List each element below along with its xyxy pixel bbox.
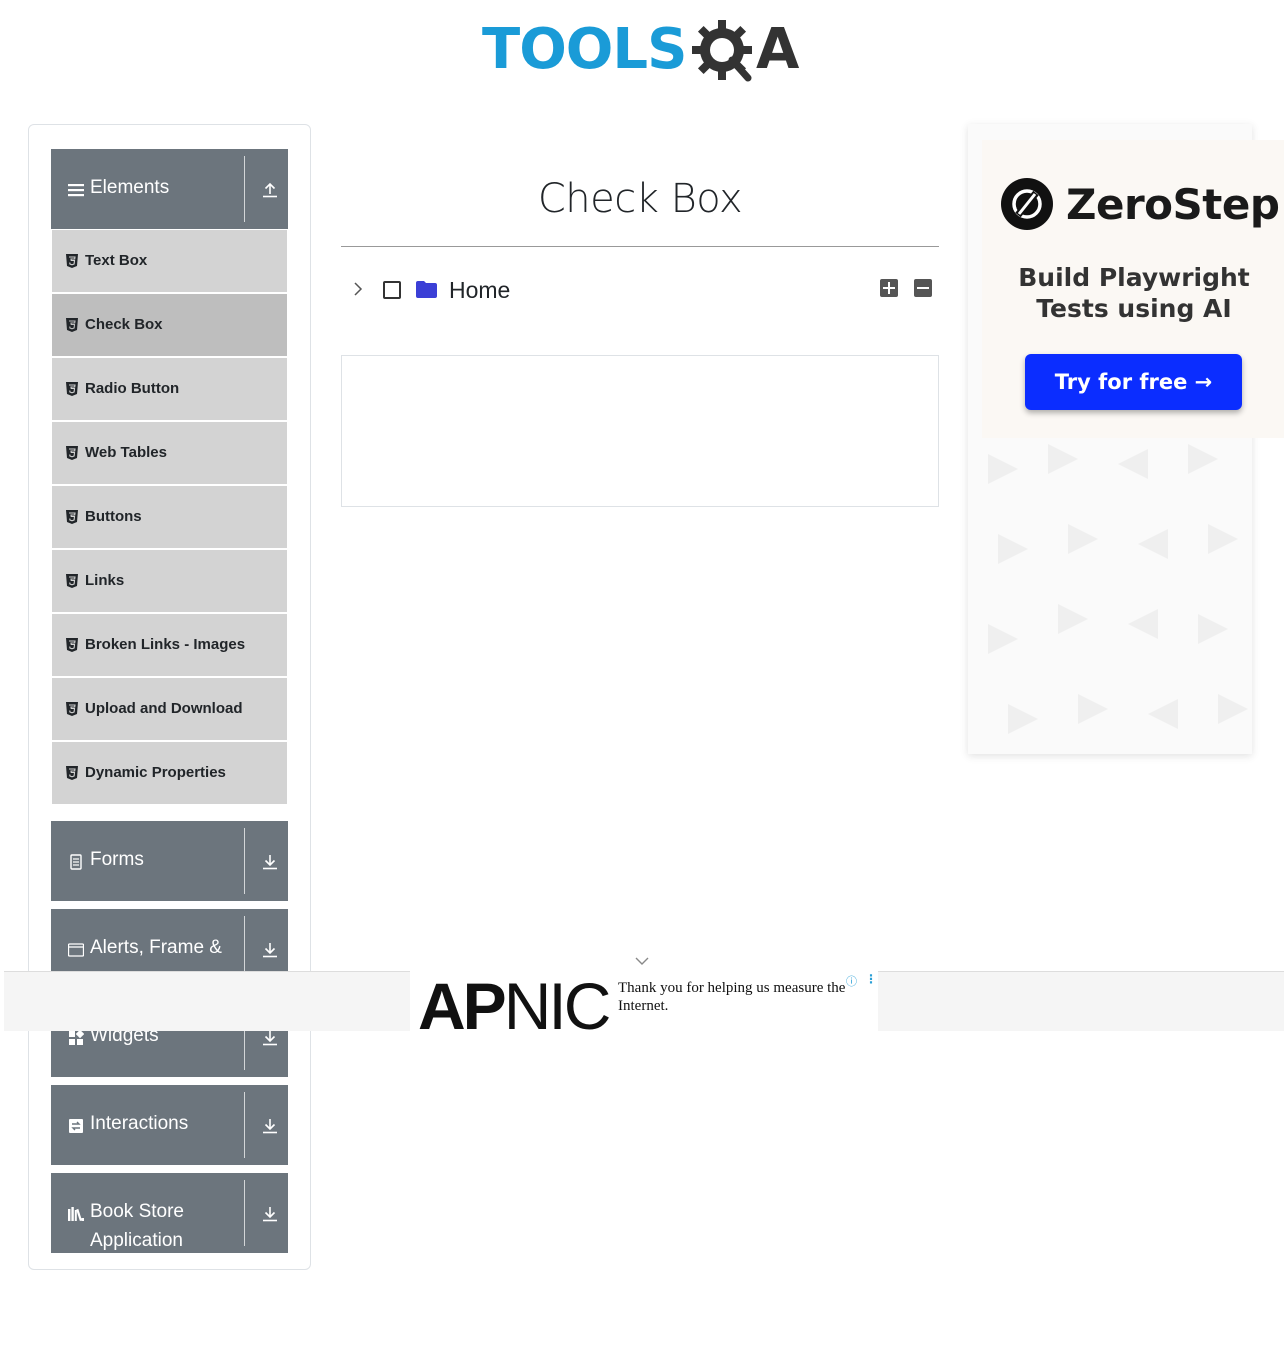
page-title: Check Box xyxy=(537,176,743,222)
divider xyxy=(244,1092,245,1158)
folder-icon xyxy=(416,281,437,298)
toolsqa-logo[interactable]: TOOLS A xyxy=(480,14,810,94)
sidebar-item-web-tables[interactable]: Web Tables xyxy=(52,422,287,484)
html5-icon xyxy=(66,574,78,588)
form-icon xyxy=(70,854,82,870)
sidebar-item-label: Links xyxy=(85,572,125,589)
group-header-elements[interactable]: Elements xyxy=(51,149,288,229)
sidebar-item-label: Radio Button xyxy=(85,380,180,397)
left-panel: Elements Text Box Check Box Radio Button… xyxy=(28,124,311,1270)
expand-icon[interactable] xyxy=(261,1117,279,1135)
group-header-book-store[interactable]: Book Store Application xyxy=(51,1173,288,1253)
sidebar-item-label: Broken Links - Images xyxy=(85,636,246,653)
group-label: Elements xyxy=(90,177,170,198)
html5-icon xyxy=(66,254,78,268)
sidebar-item-check-box[interactable]: Check Box xyxy=(52,294,287,356)
divider xyxy=(244,1180,245,1246)
collapse-all-button[interactable] xyxy=(914,279,932,297)
gear-magnifier-icon xyxy=(692,20,752,82)
html5-icon xyxy=(66,446,78,460)
ad-menu-icon[interactable]: ⋮ xyxy=(865,972,877,986)
result-panel xyxy=(341,355,939,507)
ad-message: Thank you for helping us measure the Int… xyxy=(618,980,846,1014)
books-icon xyxy=(68,1207,84,1222)
sidebar-item-label: Web Tables xyxy=(85,444,167,461)
group-header-forms[interactable]: Forms xyxy=(51,821,288,901)
group-label: Book Store Application xyxy=(90,1201,184,1251)
chevron-down-icon[interactable] xyxy=(635,956,649,966)
html5-icon xyxy=(66,318,78,332)
ad-info-icon[interactable]: ⓘ xyxy=(846,973,857,989)
apnic-bold: AP xyxy=(418,971,507,1031)
collapse-icon[interactable] xyxy=(261,181,279,199)
expand-icon[interactable] xyxy=(261,941,279,959)
apnic-thin: NIC xyxy=(503,971,612,1031)
expand-icon[interactable] xyxy=(261,1205,279,1223)
divider xyxy=(244,156,245,222)
sidebar-item-label: Upload and Download xyxy=(85,700,243,717)
divider xyxy=(244,828,245,894)
apnic-ad[interactable]: APNIC Thank you for helping us measure t… xyxy=(410,971,878,1031)
expand-icon[interactable] xyxy=(261,1029,279,1047)
sidebar-item-upload-download[interactable]: Upload and Download xyxy=(52,678,287,740)
interactions-icon xyxy=(69,1119,83,1133)
sidebar-item-label: Check Box xyxy=(85,316,163,333)
logo-a: A xyxy=(756,17,800,82)
apnic-logo: APNIC xyxy=(418,971,612,1031)
sidebar-item-dynamic-properties[interactable]: Dynamic Properties xyxy=(52,742,287,804)
group-header-interactions[interactable]: Interactions xyxy=(51,1085,288,1165)
divider xyxy=(341,246,939,247)
html5-icon xyxy=(66,702,78,716)
home-checkbox[interactable] xyxy=(383,281,401,299)
widgets-icon xyxy=(69,1030,84,1045)
html5-icon xyxy=(66,638,78,652)
sidebar-item-label: Buttons xyxy=(85,508,142,525)
chevron-right-icon[interactable] xyxy=(350,281,366,297)
tree-node-home[interactable]: Home xyxy=(449,277,510,304)
sidebar-item-label: Text Box xyxy=(85,252,148,269)
sidebar-item-label: Dynamic Properties xyxy=(85,764,226,781)
group-label: Forms xyxy=(90,849,144,870)
html5-icon xyxy=(66,382,78,396)
zerostep-logo-icon xyxy=(1001,178,1053,230)
sidebar-item-buttons[interactable]: Buttons xyxy=(52,486,287,548)
try-for-free-button[interactable]: Try for free → xyxy=(1025,354,1242,410)
window-icon xyxy=(68,943,84,957)
sidebar-item-links[interactable]: Links xyxy=(52,550,287,612)
sidebar-item-text-box[interactable]: Text Box xyxy=(52,230,287,292)
expand-icon[interactable] xyxy=(261,853,279,871)
expand-all-button[interactable] xyxy=(880,279,898,297)
group-label: Alerts, Frame & xyxy=(90,937,222,958)
sidebar-item-broken-links[interactable]: Broken Links - Images xyxy=(52,614,287,676)
hamburger-icon xyxy=(68,184,84,197)
ad-tagline: Build Playwright Tests using AI xyxy=(1018,263,1250,323)
html5-icon xyxy=(66,510,78,524)
sidebar-item-radio-button[interactable]: Radio Button xyxy=(52,358,287,420)
html5-icon xyxy=(66,766,78,780)
ad-brand: ZeroStep xyxy=(1066,180,1280,229)
group-label: Interactions xyxy=(90,1113,189,1134)
logo-text: TOOLS xyxy=(482,17,687,82)
